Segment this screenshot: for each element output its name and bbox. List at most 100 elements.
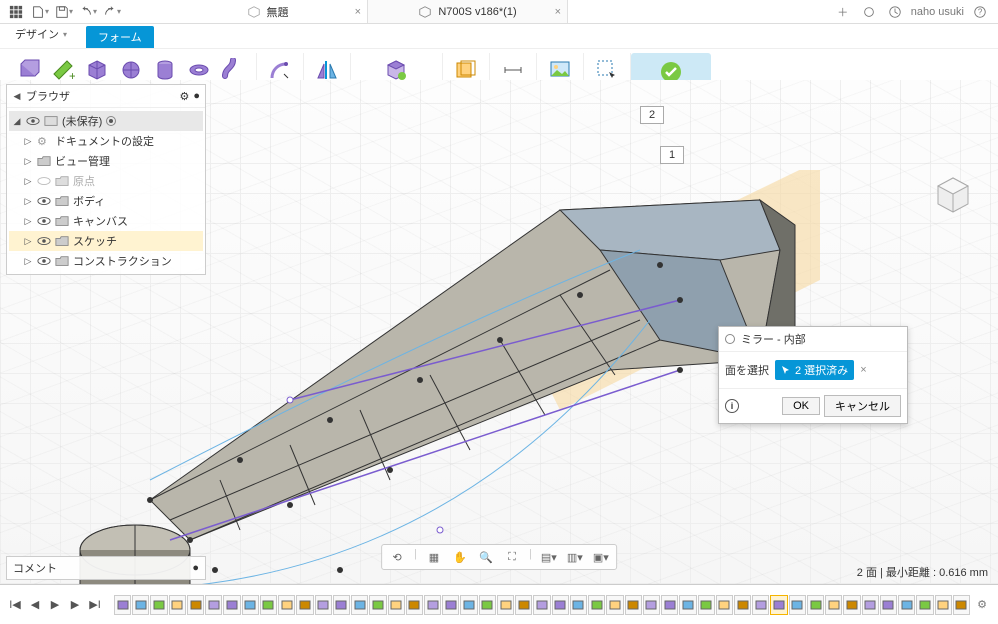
timeline-feature[interactable] [916,595,933,615]
timeline-feature[interactable] [843,595,860,615]
timeline-feature[interactable] [132,595,149,615]
timeline-feature[interactable] [114,595,131,615]
timeline-feature[interactable] [734,595,751,615]
file-menu-icon[interactable]: ▾ [30,2,50,22]
timeline-feature[interactable] [333,595,350,615]
document-tab-active[interactable]: N700S v186*(1) × [368,0,568,23]
timeline-next-icon[interactable]: ▶ [66,596,84,614]
undo-icon[interactable]: ▾ [78,2,98,22]
timeline-feature[interactable] [351,595,368,615]
eye-icon[interactable] [37,216,51,226]
timeline-feature[interactable] [789,595,806,615]
info-icon[interactable]: i [725,399,739,413]
timeline-prev-icon[interactable]: ◀ [26,596,44,614]
timeline-play-icon[interactable]: ▶ [46,596,64,614]
viewport-layout-icon[interactable]: ▣▾ [592,548,610,566]
close-icon[interactable]: × [355,6,361,18]
workspace-menu[interactable]: デザイン▾ [6,22,76,46]
timeline-feature[interactable] [497,595,514,615]
timeline-feature[interactable] [260,595,277,615]
timeline-feature[interactable] [150,595,167,615]
tree-item[interactable]: ▷ ⚙ ドキュメントの設定 [9,131,203,151]
browser-header[interactable]: ◀ ブラウザ ⚙ ● [7,85,205,108]
expand-icon[interactable]: ▷ [23,176,33,187]
collapse-icon[interactable]: ◀ [12,91,22,102]
bullet-icon[interactable]: ● [192,562,199,574]
fit-icon[interactable]: ⛶ [503,548,521,566]
navigation-bar[interactable]: ⟲ | ▦ ✋ 🔍 ⛶ | ▤▾ ▥▾ ▣▾ [381,544,617,570]
expand-icon[interactable]: ▷ [23,196,33,207]
zoom-icon[interactable]: 🔍 [477,548,495,566]
timeline-feature[interactable] [770,595,787,615]
tree-item[interactable]: ▷ コンストラクション [9,251,203,271]
timeline-feature[interactable] [533,595,550,615]
display-settings-icon[interactable]: ▤▾ [540,548,558,566]
view-cube[interactable] [928,170,978,220]
dialog-titlebar[interactable]: ミラー - 内部 [719,327,907,352]
timeline-feature[interactable] [187,595,204,615]
timeline-feature[interactable] [242,595,259,615]
tree-item[interactable]: ▷ ボディ [9,191,203,211]
timeline-feature[interactable] [661,595,678,615]
ok-button[interactable]: OK [782,397,820,415]
bullet-icon[interactable]: ● [193,90,200,102]
app-menu-icon[interactable] [6,2,26,22]
expand-icon[interactable]: ▷ [23,136,33,147]
timeline-feature[interactable] [515,595,532,615]
comments-panel[interactable]: コメント ● [6,556,206,580]
user-name[interactable]: naho usuki [911,6,964,18]
timeline-feature[interactable] [406,595,423,615]
timeline-end-icon[interactable]: ▶I [86,596,104,614]
timeline-feature[interactable] [442,595,459,615]
timeline-feature[interactable] [716,595,733,615]
browser-panel[interactable]: ◀ ブラウザ ⚙ ● ◢ (未保存) ▷ ⚙ ドキュメントの設定 ▷ ビュー管理… [6,84,206,275]
grid-settings-icon[interactable]: ▥▾ [566,548,584,566]
expand-icon[interactable]: ▷ [23,256,33,267]
timeline-feature[interactable] [935,595,952,615]
save-icon[interactable]: ▾ [54,2,74,22]
timeline-feature[interactable] [752,595,769,615]
timeline-start-icon[interactable]: I◀ [6,596,24,614]
eye-icon[interactable] [37,236,51,246]
help-icon[interactable]: ? [970,2,990,22]
active-component-icon[interactable] [106,116,116,126]
notifications-icon[interactable] [885,2,905,22]
context-tab-form[interactable]: フォーム [86,26,154,48]
timeline-feature[interactable] [643,595,660,615]
eye-off-icon[interactable] [37,176,51,186]
gear-icon[interactable]: ⚙ [179,90,189,103]
timeline-feature[interactable] [825,595,842,615]
expand-icon[interactable]: ▷ [23,216,33,227]
timeline-feature[interactable] [315,595,332,615]
eye-icon[interactable] [37,256,51,266]
timeline-settings-icon[interactable]: ⚙ [972,595,992,615]
document-tab[interactable]: 無題 × [168,0,368,23]
tree-item[interactable]: ▷ スケッチ [9,231,203,251]
timeline-feature[interactable] [679,595,696,615]
timeline-feature[interactable] [479,595,496,615]
expand-icon[interactable]: ▷ [23,236,33,247]
timeline-feature[interactable] [953,595,970,615]
timeline-feature[interactable] [807,595,824,615]
timeline-feature[interactable] [625,595,642,615]
timeline-feature[interactable] [588,595,605,615]
tree-root[interactable]: ◢ (未保存) [9,111,203,131]
tree-item[interactable]: ▷ 原点 [9,171,203,191]
timeline-feature[interactable] [606,595,623,615]
new-tab-icon[interactable]: ＋ [833,2,853,22]
timeline-feature[interactable] [205,595,222,615]
timeline-feature[interactable] [862,595,879,615]
close-icon[interactable]: × [555,6,561,18]
eye-icon[interactable] [26,116,40,126]
timeline-feature[interactable] [698,595,715,615]
timeline[interactable]: I◀ ◀ ▶ ▶ ▶I ⚙ [0,584,998,624]
timeline-feature[interactable] [898,595,915,615]
timeline-feature[interactable] [296,595,313,615]
timeline-feature[interactable] [460,595,477,615]
cancel-button[interactable]: キャンセル [824,395,901,417]
timeline-feature[interactable] [278,595,295,615]
timeline-feature[interactable] [223,595,240,615]
tree-item[interactable]: ▷ ビュー管理 [9,151,203,171]
timeline-feature[interactable] [424,595,441,615]
timeline-feature[interactable] [388,595,405,615]
